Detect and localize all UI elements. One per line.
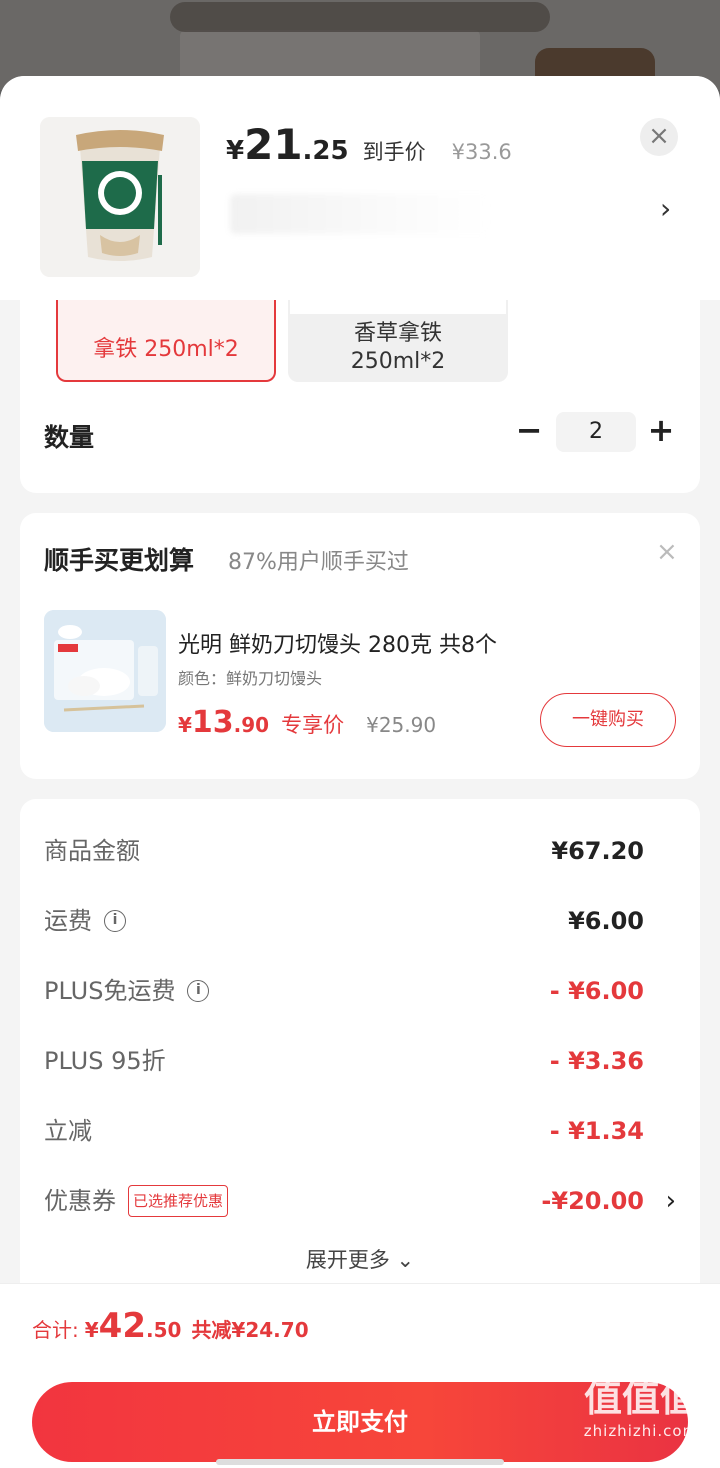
addon-title: 顺手买更划算 [44,546,195,575]
cost-value: - ¥1.34 [549,1117,644,1145]
watermark-text: 值值值 [583,1376,698,1420]
quantity-minus-button[interactable]: − [514,410,544,450]
price-currency: ¥ [226,136,245,166]
spec-option-label: 香草拿铁 [353,321,442,346]
addon-price-integer: 13 [191,705,234,740]
close-icon[interactable]: × [640,118,678,156]
order-sheet: ¥ 21 .25 到手价 ¥33.6 × › 拿铁 250ml*2 香草拿铁 2… [0,76,720,1468]
cost-label-text: 优惠券 [44,1187,116,1215]
coupon-selected-badge: 已选推荐优惠 [128,1185,229,1217]
final-price-label: 到手价 [362,140,426,164]
total-savings: 共减¥24.70 [191,1318,309,1342]
cost-label: 运费 i [44,901,126,941]
total-decimal: .50 [146,1318,182,1342]
cost-value: -¥20.00 [541,1187,644,1215]
product-thumbnail [40,117,200,277]
cost-row-coupon[interactable]: 优惠券 已选推荐优惠 -¥20.00 › [44,1181,676,1221]
cost-label-text: 立减 [44,1117,92,1145]
addon-card: 顺手买更划算 87%用户顺手买过 × 光明 鲜奶刀切馒头 280克 共8个 颜色… [20,513,700,779]
info-icon[interactable]: i [187,980,210,1002]
info-icon[interactable]: i [104,910,126,932]
chevron-right-icon[interactable]: › [666,1181,676,1221]
cost-row-instant-discount: 立减 - ¥1.34 [44,1111,676,1151]
checkout-bar: 合计: ¥ 42 .50 共减¥24.70 立即支付 值值值 zhizhizhi… [0,1283,720,1468]
cost-row-shipping: 运费 i ¥6.00 [44,901,676,941]
cost-value: ¥67.20 [551,837,644,865]
addon-original-price: ¥25.90 [366,713,437,737]
cost-label: PLUS 95折 [44,1041,166,1081]
addon-product-image[interactable] [44,610,166,732]
cost-label: 立减 [44,1111,92,1151]
quantity-plus-button[interactable]: + [646,410,676,450]
cost-label-text: 运费 [44,907,92,935]
addon-price-currency: ¥ [178,713,192,737]
cost-label-text: PLUS免运费 [44,977,176,1005]
home-indicator [216,1459,504,1465]
watermark-logo: 值值值 zhizhizhi.com [566,1376,716,1466]
blurred-product-title [230,194,490,234]
price-row: ¥ 21 .25 到手价 ¥33.6 [226,120,512,169]
original-price: ¥33.6 [451,140,512,164]
cost-value: ¥6.00 [568,907,644,935]
addon-price-decimal: .90 [233,713,270,737]
cost-label-text: PLUS 95折 [44,1047,166,1075]
total-row: 合计: ¥ 42 .50 共减¥24.70 [32,1306,309,1346]
price-breakdown-card: 商品金额 ¥67.20 运费 i ¥6.00 PLUS免运费 i - ¥6.00 P… [20,799,700,1299]
quantity-label: 数量 [44,423,95,452]
spec-option-latte[interactable]: 拿铁 250ml*2 [56,300,276,382]
spec-card: 拿铁 250ml*2 香草拿铁 250ml*2 数量 − 2 + [20,300,700,493]
cost-label: 商品金额 [44,831,140,871]
price-decimal: .25 [302,136,349,166]
watermark-url: zhizhizhi.com [583,1422,699,1440]
quantity-field[interactable]: 2 [556,412,636,452]
addon-close-icon[interactable]: × [656,537,678,567]
spec-option-size: 250ml*2 [350,349,446,374]
cost-label: PLUS免运费 i [44,971,210,1011]
cost-row-plus-free-shipping: PLUS免运费 i - ¥6.00 [44,971,676,1011]
total-integer: 42 [98,1306,146,1346]
cost-row-goods: 商品金额 ¥67.20 [44,831,676,871]
cost-value: - ¥6.00 [549,977,644,1005]
cost-row-plus-discount: PLUS 95折 - ¥3.36 [44,1041,676,1081]
addon-subtitle: 87%用户顺手买过 [228,550,409,575]
addon-product-name[interactable]: 光明 鲜奶刀切馒头 280克 共8个 [178,627,497,659]
price-integer: 21 [244,120,303,169]
one-click-buy-button[interactable]: 一键购买 [540,693,676,747]
total-label: 合计: [32,1318,79,1342]
cost-value: - ¥3.36 [549,1047,644,1075]
cost-label: 优惠券 已选推荐优惠 [44,1181,229,1221]
chevron-right-icon[interactable]: › [660,192,671,225]
expand-more-button[interactable]: 展开更多 ⌄ [20,1244,700,1274]
cost-label-text: 商品金额 [44,837,140,865]
product-header: ¥ 21 .25 到手价 ¥33.6 × › [0,76,720,300]
total-currency: ¥ [84,1318,99,1342]
addon-price-tag: 专享价 [281,713,345,737]
addon-product-attr: 颜色：鲜奶刀切馒头 [178,669,323,688]
spec-option-top-mask [290,300,506,314]
background-cup-image [170,2,550,32]
addon-price: ¥ 13 .90 专享价 ¥25.90 [178,705,436,740]
spec-option-label: 拿铁 250ml*2 [93,337,239,362]
